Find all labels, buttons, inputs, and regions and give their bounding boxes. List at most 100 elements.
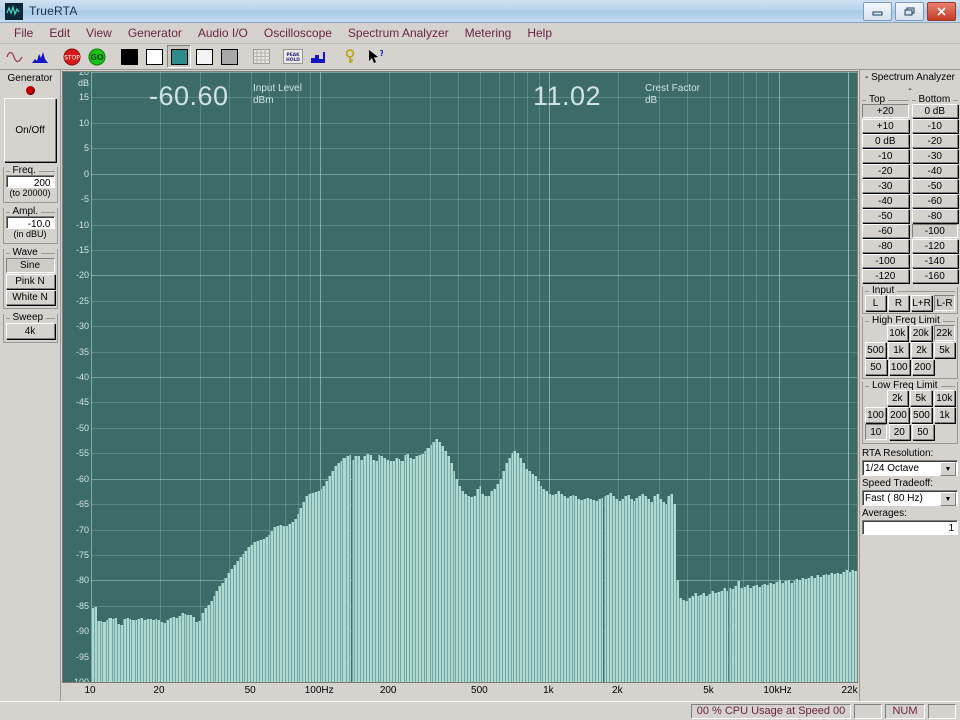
high-freq-limit-500[interactable]: 500 [865, 342, 886, 358]
top-scale--40[interactable]: -40 [862, 194, 909, 208]
low-freq-limit-100[interactable]: 100 [865, 407, 886, 423]
input-option-l[interactable]: L [865, 295, 886, 311]
x-axis: 10 20 50 100Hz 200 500 1k 2k 5k 10kHz 22k [62, 683, 858, 701]
spectrum-icon[interactable] [28, 45, 52, 68]
bar-graph-icon[interactable] [306, 45, 330, 68]
high-freq-limit-22k[interactable]: 22k [933, 325, 955, 341]
high-freq-limit-10k[interactable]: 10k [886, 325, 908, 341]
high-freq-limit-2k[interactable]: 2k [911, 342, 932, 358]
bottom-scale--20[interactable]: -20 [911, 134, 958, 148]
top-scale--10[interactable]: -10 [862, 149, 909, 163]
y-axis-tick-label: 20 [78, 71, 89, 77]
color-swatch-black[interactable] [117, 45, 141, 68]
low-freq-limit-500[interactable]: 500 [911, 407, 932, 423]
menu-spectrum-analyzer[interactable]: Spectrum Analyzer [340, 25, 457, 41]
bottom-scale--80[interactable]: -80 [911, 209, 958, 223]
color-swatch-white[interactable] [142, 45, 166, 68]
chevron-down-icon[interactable]: ▼ [940, 462, 956, 476]
top-scale-+10[interactable]: +10 [862, 119, 909, 133]
speed-tradeoff-select[interactable]: Fast ( 80 Hz) ▼ [862, 490, 958, 506]
high-freq-limit-1k[interactable]: 1k [888, 342, 909, 358]
cpu-usage-status: 00 % CPU Usage at Speed 00 [691, 703, 851, 719]
high-freq-limit-200[interactable]: 200 [912, 359, 934, 375]
top-scale-0db[interactable]: 0 dB [862, 134, 909, 148]
ampl-fieldset: Ampl. -10.0 (in dBU) [2, 206, 58, 244]
menu-bar: File Edit View Generator Audio I/O Oscil… [0, 23, 960, 44]
bottom-scale--120[interactable]: -120 [911, 239, 958, 253]
bottom-scale--40[interactable]: -40 [911, 164, 958, 178]
high-freq-limit-5k[interactable]: 5k [934, 342, 955, 358]
rta-resolution-select[interactable]: 1/24 Octave ▼ [862, 460, 958, 476]
wave-option-white-noise[interactable]: White N [5, 290, 55, 305]
restore-button[interactable] [895, 2, 924, 21]
input-option-lr[interactable]: L+R [911, 295, 932, 311]
plot-box[interactable]: 20 15 10 5 0 -5 -10 -15 -20 -25 -30 -35 -40 -45 -50 -55… [62, 71, 858, 683]
low-freq-limit-10k[interactable]: 10k [933, 390, 955, 406]
top-scale--60[interactable]: -60 [862, 224, 909, 238]
y-axis-tick-label: 10 [78, 117, 89, 128]
x-axis-tick-label: 50 [244, 685, 256, 696]
top-scale--30[interactable]: -30 [862, 179, 909, 193]
low-freq-limit-section: Low Freq Limit 2k 5k 10k 100 200 500 1k 10 20 50 [862, 380, 958, 444]
menu-file[interactable]: File [6, 25, 41, 41]
color-swatch-teal[interactable] [167, 45, 191, 68]
grid-toggle-icon[interactable] [249, 45, 273, 68]
go-icon[interactable]: GO [85, 45, 109, 68]
low-freq-limit-5k[interactable]: 5k [910, 390, 932, 406]
high-freq-limit-buttons: 10k 20k 22k 500 1k 2k 5k 50 100 200 [865, 325, 955, 375]
bottom-scale--100[interactable]: -100 [911, 224, 958, 238]
menu-view[interactable]: View [78, 25, 120, 41]
menu-audio-io[interactable]: Audio I/O [190, 25, 256, 41]
wave-option-pink-noise[interactable]: Pink N [5, 274, 55, 289]
plot-area[interactable] [91, 72, 857, 682]
top-scale--120[interactable]: -120 [862, 269, 909, 283]
menu-generator[interactable]: Generator [120, 25, 190, 41]
bottom-scale--30[interactable]: -30 [911, 149, 958, 163]
generator-onoff-button[interactable]: On/Off [4, 98, 56, 162]
top-scale--20[interactable]: -20 [862, 164, 909, 178]
window-title: TrueRTA [29, 4, 78, 18]
wave-option-sine[interactable]: Sine [5, 258, 55, 273]
menu-help[interactable]: Help [519, 25, 560, 41]
freq-input[interactable]: 200 [5, 175, 55, 189]
y-axis-tick-label: -60 [75, 473, 89, 484]
minimize-button[interactable] [863, 2, 892, 21]
top-scale-+20[interactable]: +20 [862, 104, 909, 118]
sweep-button[interactable]: 4k [5, 323, 55, 339]
low-freq-limit-200[interactable]: 200 [888, 407, 909, 423]
menu-metering[interactable]: Metering [457, 25, 520, 41]
stop-icon[interactable]: STOP [60, 45, 84, 68]
ampl-input[interactable]: -10.0 [5, 216, 55, 230]
top-scale--100[interactable]: -100 [862, 254, 909, 268]
close-button[interactable] [927, 2, 956, 21]
bottom-scale--10[interactable]: -10 [911, 119, 958, 133]
sine-wave-icon[interactable] [3, 45, 27, 68]
low-freq-limit-20[interactable]: 20 [888, 424, 910, 440]
bottom-scale-0db[interactable]: 0 dB [911, 104, 958, 118]
high-freq-limit-20k[interactable]: 20k [910, 325, 932, 341]
color-swatch-gray[interactable] [217, 45, 241, 68]
top-scale--50[interactable]: -50 [862, 209, 909, 223]
bottom-scale--140[interactable]: -140 [911, 254, 958, 268]
y-axis-tick-label: -75 [75, 549, 89, 560]
high-freq-limit-100[interactable]: 100 [888, 359, 910, 375]
help-key-icon[interactable] [338, 45, 362, 68]
context-help-icon[interactable]: ? [363, 45, 387, 68]
input-option-lr[interactable]: L-R [934, 295, 955, 311]
chevron-down-icon-2[interactable]: ▼ [940, 492, 956, 506]
low-freq-limit-1k[interactable]: 1k [934, 407, 955, 423]
input-option-r[interactable]: R [888, 295, 909, 311]
high-freq-limit-50[interactable]: 50 [865, 359, 887, 375]
low-freq-limit-2k[interactable]: 2k [886, 390, 908, 406]
bottom-scale--50[interactable]: -50 [911, 179, 958, 193]
bottom-scale--160[interactable]: -160 [911, 269, 958, 283]
top-scale--80[interactable]: -80 [862, 239, 909, 253]
low-freq-limit-10[interactable]: 10 [865, 424, 887, 440]
peak-hold-icon[interactable]: PEAK HOLD [281, 45, 305, 68]
averages-input[interactable]: 1 [862, 520, 958, 535]
color-swatch-light[interactable] [192, 45, 216, 68]
bottom-scale--60[interactable]: -60 [911, 194, 958, 208]
menu-oscilloscope[interactable]: Oscilloscope [256, 25, 340, 41]
menu-edit[interactable]: Edit [41, 25, 78, 41]
low-freq-limit-50[interactable]: 50 [912, 424, 934, 440]
